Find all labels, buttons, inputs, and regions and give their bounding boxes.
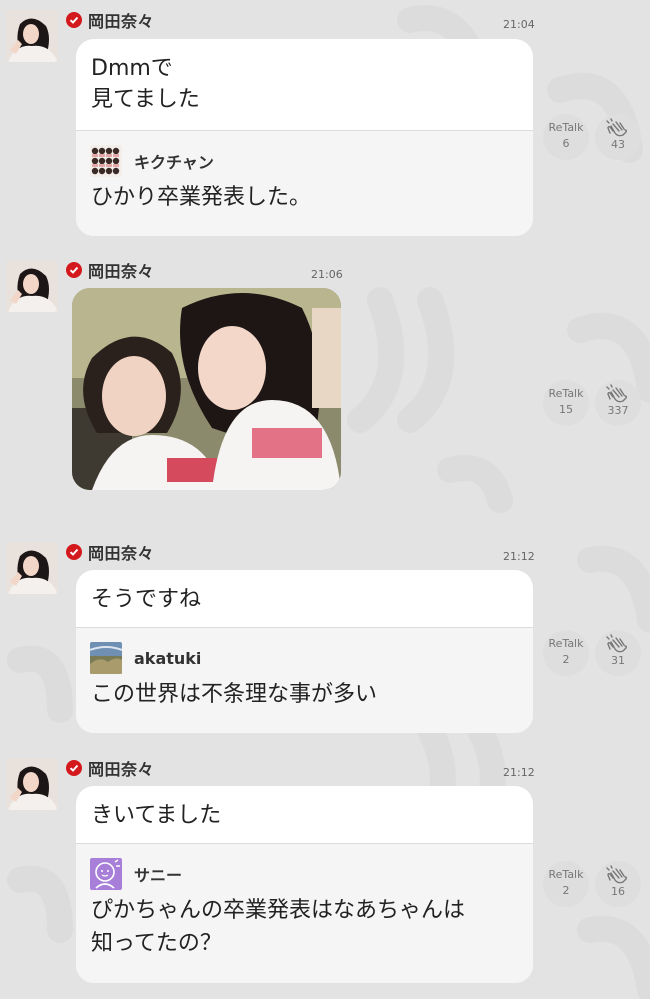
- retalk-button[interactable]: ReTalk 2: [543, 861, 589, 907]
- message-bubble[interactable]: そうですね akatuki この世界は不条理な事が多い: [76, 570, 533, 733]
- retalk-button[interactable]: ReTalk 6: [543, 114, 589, 160]
- clap-button[interactable]: 337: [595, 380, 641, 426]
- message-header: 岡田奈々: [66, 9, 154, 31]
- message-text: きいてました: [91, 803, 222, 828]
- quoted-author-name[interactable]: akatuki: [134, 649, 201, 668]
- quoted-message[interactable]: akatuki この世界は不条理な事が多い: [76, 627, 533, 733]
- retalk-button[interactable]: ReTalk 15: [543, 380, 589, 426]
- quoted-author-name[interactable]: サニー: [134, 862, 182, 886]
- clap-hands-icon: [606, 634, 628, 653]
- purple-face-avatar: [90, 858, 122, 890]
- clap-button[interactable]: 16: [595, 861, 641, 907]
- clap-count: 16: [611, 885, 625, 898]
- group-photo-avatar: [90, 145, 122, 177]
- clap-count: 43: [611, 138, 625, 151]
- message-bubble[interactable]: きいてました サニー ぴかちゃんの卒業発表はなあちゃんは 知ってたの？: [76, 786, 533, 983]
- clap-hands-icon: [606, 118, 628, 137]
- author-name[interactable]: 岡田奈々: [88, 540, 154, 564]
- message-bubble[interactable]: Dmmで 見てました キクチャン ひかり卒業発表した。: [76, 39, 533, 236]
- quoted-message[interactable]: キクチャン ひかり卒業発表した。: [76, 130, 533, 236]
- message-header: 岡田奈々: [66, 757, 154, 779]
- author-avatar[interactable]: [6, 10, 58, 62]
- clap-count: 337: [607, 404, 629, 417]
- retalk-count: 6: [562, 137, 570, 150]
- timestamp: 21:12: [503, 550, 535, 563]
- two-girls-selfie-photo[interactable]: [72, 288, 341, 490]
- retalk-count: 15: [559, 403, 573, 416]
- verified-check-icon: [66, 12, 82, 28]
- author-avatar[interactable]: [6, 542, 58, 594]
- verified-check-icon: [66, 544, 82, 560]
- quoted-text: ぴかちゃんの卒業発表はなあちゃんは 知ってたの？: [91, 898, 466, 956]
- clap-count: 31: [611, 654, 625, 667]
- author-name[interactable]: 岡田奈々: [88, 258, 154, 282]
- quoted-text: ひかり卒業発表した。: [91, 185, 312, 210]
- message-header: 岡田奈々: [66, 541, 154, 563]
- clap-button[interactable]: 31: [595, 630, 641, 676]
- clap-button[interactable]: 43: [595, 114, 641, 160]
- author-avatar[interactable]: [6, 260, 58, 312]
- message-header: 岡田奈々: [66, 259, 154, 281]
- retalk-count: 2: [562, 653, 570, 666]
- quoted-text: この世界は不条理な事が多い: [91, 682, 378, 707]
- author-name[interactable]: 岡田奈々: [88, 756, 154, 780]
- retalk-count: 2: [562, 884, 570, 897]
- clap-hands-icon: [606, 384, 628, 403]
- author-name[interactable]: 岡田奈々: [88, 8, 154, 32]
- retalk-button[interactable]: ReTalk 2: [543, 630, 589, 676]
- verified-check-icon: [66, 262, 82, 278]
- timestamp: 21:12: [503, 766, 535, 779]
- landscape-avatar: [90, 642, 122, 674]
- clap-hands-icon: [606, 865, 628, 884]
- timestamp: 21:06: [311, 268, 343, 281]
- message-text: Dmmで 見てました: [91, 56, 200, 112]
- quoted-message[interactable]: サニー ぴかちゃんの卒業発表はなあちゃんは 知ってたの？: [76, 843, 533, 983]
- message-text: そうですね: [91, 587, 202, 612]
- quoted-author-name[interactable]: キクチャン: [134, 149, 214, 173]
- verified-check-icon: [66, 760, 82, 776]
- author-avatar[interactable]: [6, 758, 58, 810]
- timestamp: 21:04: [503, 18, 535, 31]
